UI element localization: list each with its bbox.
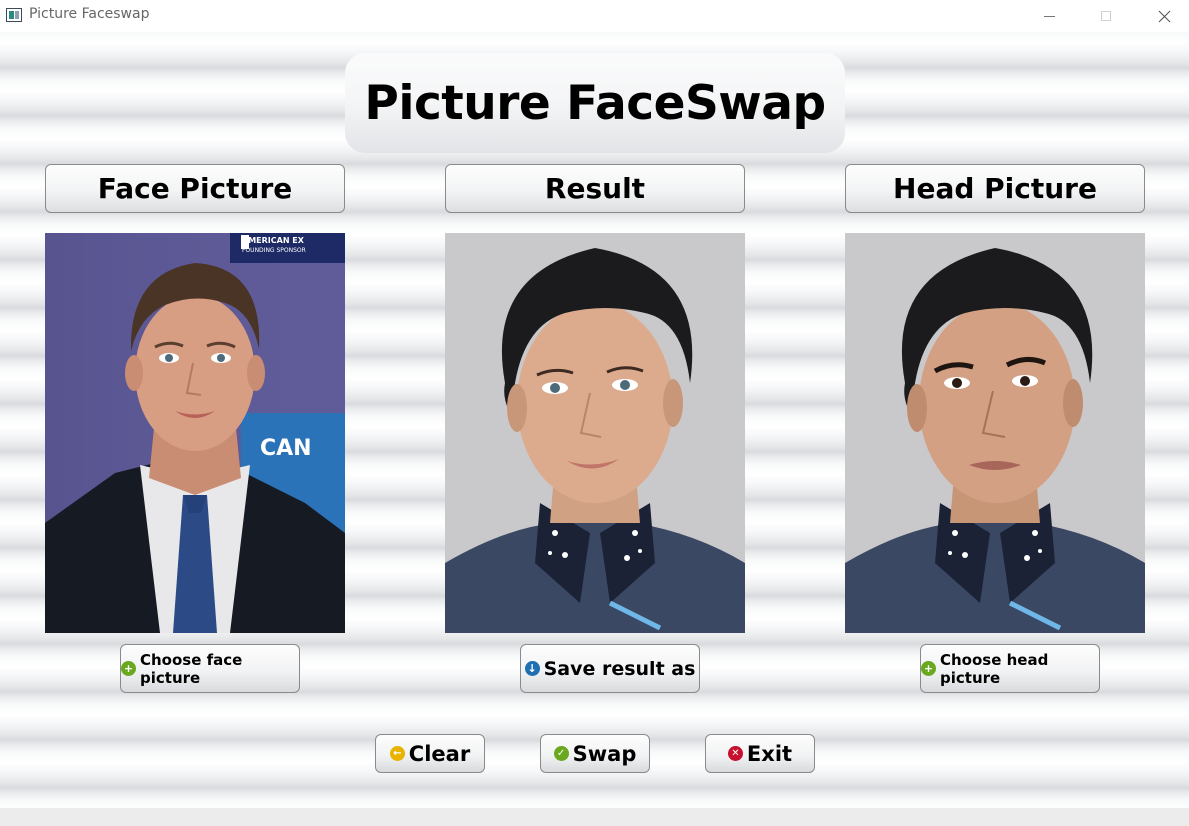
face-picture-label: Face Picture	[45, 164, 345, 213]
close-button[interactable]	[1141, 0, 1187, 32]
maximize-icon	[1101, 11, 1111, 21]
x-circle-icon: ✕	[727, 746, 743, 761]
sponsor-text-3: CAN	[260, 436, 312, 461]
choose-head-picture-label: Choose head picture	[940, 650, 1049, 687]
arrow-circle-icon: ←	[389, 746, 405, 761]
result-image	[445, 233, 745, 633]
face-picture-image: AMERICAN EX FOUNDING SPONSOR CAN	[45, 233, 345, 633]
app-title-panel: Picture FaceSwap	[345, 53, 845, 153]
plus-circle-icon: +	[121, 661, 136, 676]
sponsor-text-2: FOUNDING SPONSOR	[242, 247, 306, 254]
status-bar	[0, 808, 1189, 826]
swap-button[interactable]: ✓ Swap	[540, 734, 650, 773]
save-result-as-label: Save result as	[543, 657, 696, 680]
close-icon	[1158, 10, 1170, 22]
window-title: Picture Faceswap	[29, 6, 150, 22]
exit-button[interactable]: ✕ Exit	[705, 734, 815, 773]
minimize-button[interactable]	[1026, 0, 1072, 32]
choose-face-picture-button[interactable]: + Choose face picture	[120, 644, 300, 693]
download-circle-icon: ↓	[524, 661, 540, 676]
app-title: Picture FaceSwap	[364, 75, 826, 131]
choose-head-picture-button[interactable]: + Choose head picture	[920, 644, 1100, 693]
exit-label: Exit	[746, 741, 793, 766]
swap-label: Swap	[572, 741, 637, 766]
maximize-button[interactable]	[1083, 0, 1129, 32]
app-icon	[6, 8, 22, 22]
sponsor-text-1: AMERICAN EX	[242, 236, 305, 245]
window-titlebar: Picture Faceswap	[0, 0, 1189, 32]
save-result-as-button[interactable]: ↓ Save result as	[520, 644, 700, 693]
clear-label: Clear	[408, 741, 471, 766]
clear-button[interactable]: ← Clear	[375, 734, 485, 773]
choose-face-picture-label: Choose face picture	[140, 650, 243, 687]
minimize-icon	[1043, 15, 1055, 17]
head-picture-image	[845, 233, 1145, 633]
check-circle-icon: ✓	[553, 746, 569, 761]
plus-circle-icon: +	[921, 661, 936, 676]
result-label: Result	[445, 164, 745, 213]
head-picture-label: Head Picture	[845, 164, 1145, 213]
